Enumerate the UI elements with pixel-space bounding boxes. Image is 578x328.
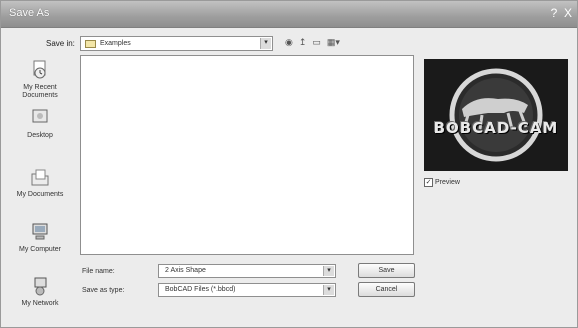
recent-documents-icon [33,60,46,79]
chevron-down-icon[interactable]: ▾ [260,38,271,49]
my-documents-icon [31,169,49,186]
save-as-type-label: Save as type: [82,287,125,294]
my-computer-icon [32,223,48,240]
save-button[interactable]: Save [358,263,415,278]
checkbox-check-icon[interactable]: ✓ [424,178,433,187]
file-name-label: File name: [82,268,115,275]
save-as-type-value: BobCAD Files (*.bbcd) [165,286,236,293]
title-bar[interactable]: Save As ? X [1,1,577,28]
place-label: My Documents [16,191,64,198]
chevron-down-icon[interactable]: ▾ [323,266,334,276]
place-my-network[interactable]: My Network [10,275,70,308]
new-folder-icon[interactable]: ▭ [312,37,321,51]
view-menu-icon[interactable]: ▦▾ [327,37,340,51]
file-name-input[interactable]: 2 Axis Shape ▾ [158,264,336,278]
desktop-icon [32,109,48,123]
place-my-computer[interactable]: My Computer [10,221,70,254]
place-label: Desktop [27,132,53,139]
cancel-button[interactable]: Cancel [358,282,415,297]
my-network-icon [34,277,47,296]
places-bar: My Recent Documents Desktop My Documents… [10,55,70,317]
back-icon[interactable]: ◉ [285,37,293,51]
up-folder-icon[interactable]: ↥ [299,37,307,51]
preview-checkbox[interactable]: ✓ Preview [424,178,460,187]
save-in-dropdown[interactable]: Examples ▾ [80,36,273,51]
file-list[interactable] [80,55,414,255]
place-recent-documents[interactable]: My Recent Documents [10,59,70,100]
chevron-down-icon[interactable]: ▾ [323,285,334,295]
toolbar: ◉ ↥ ▭ ▦▾ [285,37,340,51]
folder-icon [85,40,96,48]
bobcad-logo-icon [449,68,543,162]
save-as-dialog: Save As ? X Save in: Examples ▾ ◉ ↥ ▭ ▦▾… [0,0,578,328]
preview-pane: BOBCAD-CAM [424,59,568,171]
logo-text: BOBCAD-CAM [433,119,559,137]
save-in-value: Examples [100,40,131,47]
help-button[interactable]: ? [547,5,561,21]
place-label: My Recent Documents [22,84,58,99]
save-in-label: Save in: [46,39,75,48]
preview-checkbox-label: Preview [435,179,460,186]
place-desktop[interactable]: Desktop [10,107,70,140]
place-my-documents[interactable]: My Documents [10,166,70,199]
file-name-value: 2 Axis Shape [165,267,206,274]
save-as-type-dropdown[interactable]: BobCAD Files (*.bbcd) ▾ [158,283,336,297]
place-label: My Network [21,300,59,307]
place-label: My Computer [18,246,61,253]
dialog-title: Save As [9,7,50,19]
close-button[interactable]: X [561,5,575,21]
